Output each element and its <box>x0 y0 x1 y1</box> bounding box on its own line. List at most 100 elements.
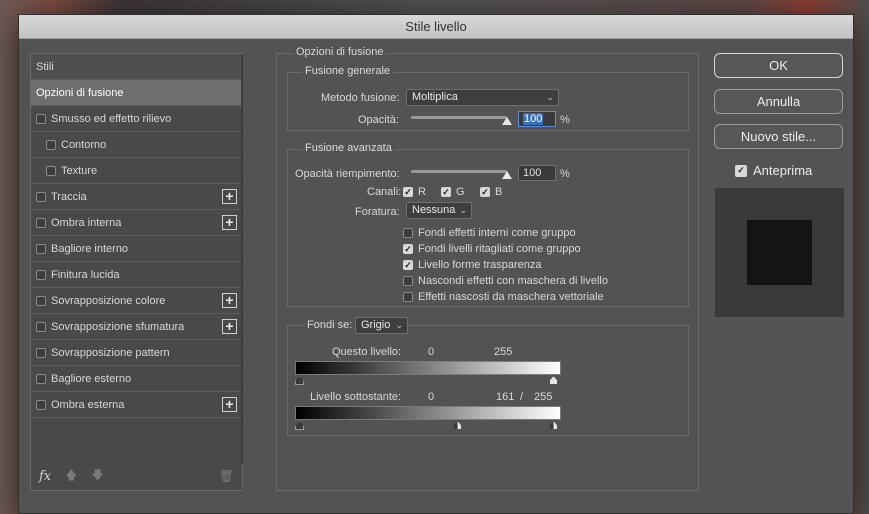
arrow-down-icon[interactable]: 🡇 <box>92 466 104 487</box>
style-item[interactable]: Ombra interna + <box>31 210 241 236</box>
underlying-layer-label: Livello sottostante: <box>310 391 402 403</box>
style-item-label: Texture <box>61 164 98 177</box>
opacity-value: 100 <box>523 113 544 125</box>
knockout-select[interactable]: Nessuna ⌄ <box>406 202 472 219</box>
opacity-label: Opacità: <box>358 114 399 126</box>
styles-scrollbar[interactable] <box>241 54 243 464</box>
style-item-checkbox[interactable] <box>36 295 46 306</box>
style-item[interactable]: Sovrapposizione pattern <box>31 340 241 366</box>
channel-r[interactable]: ✓ R <box>403 186 426 198</box>
advanced-option-label: Effetti nascosti da maschera vettoriale <box>418 291 604 303</box>
style-item-checkbox[interactable] <box>36 269 46 280</box>
add-effect-button[interactable]: + <box>222 397 237 412</box>
style-item-label: Contorno <box>61 138 107 151</box>
style-item[interactable]: Texture <box>31 158 241 184</box>
style-item[interactable]: Bagliore esterno <box>31 366 241 392</box>
this-layer-black-slider[interactable] <box>295 376 304 385</box>
channel-g[interactable]: ✓ G <box>441 186 465 198</box>
add-effect-button[interactable]: + <box>222 293 237 308</box>
advanced-option[interactable]: Fondi effetti interni come gruppo <box>403 227 576 239</box>
style-item-checkbox[interactable] <box>36 191 46 202</box>
style-item-checkbox[interactable] <box>46 139 56 150</box>
underlying-black-slider[interactable] <box>295 421 304 430</box>
channel-b[interactable]: ✓ B <box>480 186 502 198</box>
style-item-label: Ombra interna <box>51 216 122 229</box>
chevron-down-icon: ⌄ <box>459 205 467 215</box>
style-item-checkbox[interactable] <box>36 113 46 124</box>
layer-style-dialog: Stile livello Stili Opzioni di fusione Sm… <box>18 14 854 514</box>
add-effect-button[interactable]: + <box>222 319 237 334</box>
style-item[interactable]: Finitura lucida <box>31 262 241 288</box>
fx-icon[interactable]: fx <box>39 469 51 484</box>
style-preview-swatch <box>747 220 812 285</box>
ok-button[interactable]: OK <box>714 53 843 78</box>
add-effect-button[interactable]: + <box>222 189 237 204</box>
style-item[interactable]: Sovrapposizione colore + <box>31 288 241 314</box>
arrow-up-icon[interactable]: 🡅 <box>65 466 77 487</box>
cancel-button[interactable]: Annulla <box>714 89 843 114</box>
preview-toggle[interactable]: ✓ Anteprima <box>735 163 812 178</box>
style-item-checkbox[interactable] <box>36 321 46 332</box>
advanced-option[interactable]: Nascondi effetti con maschera di livello <box>403 275 608 287</box>
add-effect-button[interactable]: + <box>222 215 237 230</box>
blend-if-label: Fondi se: <box>304 319 356 331</box>
knockout-label: Foratura: <box>355 206 400 218</box>
opacity-slider-thumb[interactable] <box>502 117 512 125</box>
advanced-option-checkbox[interactable] <box>403 228 413 238</box>
underlying-split-slider[interactable] <box>453 421 462 430</box>
style-item[interactable]: Smusso ed effetto rilievo <box>31 106 241 132</box>
advanced-option-checkbox[interactable] <box>403 292 413 302</box>
underlying-layer-high: 255 <box>534 391 553 403</box>
this-layer-low: 0 <box>428 346 435 358</box>
style-item-checkbox[interactable] <box>46 165 56 176</box>
style-item-label: Sovrapposizione pattern <box>51 346 170 359</box>
fill-opacity-input[interactable]: 100 <box>518 165 556 181</box>
style-item[interactable]: Sovrapposizione sfumatura + <box>31 314 241 340</box>
advanced-option-checkbox[interactable]: ✓ <box>403 260 413 270</box>
opacity-input[interactable]: 100 <box>518 111 556 127</box>
advanced-option[interactable]: ✓ Livello forme trasparenza <box>403 259 542 271</box>
advanced-option-checkbox[interactable] <box>403 276 413 286</box>
advanced-blending-title: Fusione avanzata <box>302 142 395 154</box>
blend-if-group: Fondi se: Grigio ⌄ Questo livello: 0 255… <box>287 317 689 436</box>
underlying-white-slider[interactable] <box>549 421 558 430</box>
trash-icon[interactable]: 🗑 <box>219 469 234 483</box>
blend-if-select[interactable]: Grigio ⌄ <box>355 317 408 334</box>
channel-g-label: G <box>456 186 465 198</box>
style-item-checkbox[interactable] <box>36 373 46 384</box>
advanced-option[interactable]: ✓ Fondi livelli ritagliati come gruppo <box>403 243 581 255</box>
channel-b-checkbox[interactable]: ✓ <box>480 187 490 197</box>
fill-opacity-slider-thumb[interactable] <box>502 171 512 179</box>
advanced-option-label: Livello forme trasparenza <box>418 259 542 271</box>
style-item[interactable]: Traccia + <box>31 184 241 210</box>
preview-checkbox[interactable]: ✓ <box>735 164 747 177</box>
opacity-slider-track[interactable] <box>411 116 507 119</box>
styles-list-header[interactable]: Stili <box>31 54 241 80</box>
style-item-label: Traccia <box>51 190 87 203</box>
style-item-checkbox[interactable] <box>36 399 46 410</box>
new-style-button[interactable]: Nuovo stile... <box>714 124 843 149</box>
style-item-checkbox[interactable] <box>36 217 46 228</box>
style-item[interactable]: Bagliore interno <box>31 236 241 262</box>
advanced-option-checkbox[interactable]: ✓ <box>403 244 413 254</box>
chevron-down-icon: ⌄ <box>546 92 554 102</box>
style-item-label: Bagliore interno <box>51 242 129 255</box>
fill-opacity-label: Opacità riempimento: <box>295 168 400 180</box>
blend-mode-value: Moltiplica <box>412 91 458 103</box>
advanced-option[interactable]: Effetti nascosti da maschera vettoriale <box>403 291 604 303</box>
this-layer-white-slider[interactable] <box>549 376 558 385</box>
blending-options-panel: Opzioni di fusione Fusione generale Meto… <box>276 46 699 491</box>
channel-g-checkbox[interactable]: ✓ <box>441 187 451 197</box>
style-item[interactable]: Opzioni di fusione <box>31 80 241 106</box>
style-item-label: Opzioni di fusione <box>36 86 124 99</box>
this-layer-label: Questo livello: <box>332 346 402 358</box>
fill-opacity-slider-track[interactable] <box>411 170 507 173</box>
style-item[interactable]: Contorno <box>31 132 241 158</box>
style-item-checkbox[interactable] <box>36 347 46 358</box>
channel-r-checkbox[interactable]: ✓ <box>403 187 413 197</box>
blend-mode-select[interactable]: Moltiplica ⌄ <box>406 89 559 106</box>
fill-opacity-unit: % <box>560 168 570 180</box>
style-item[interactable]: Ombra esterna + <box>31 392 241 418</box>
underlying-layer-sep: / <box>520 391 524 403</box>
style-item-checkbox[interactable] <box>36 243 46 254</box>
